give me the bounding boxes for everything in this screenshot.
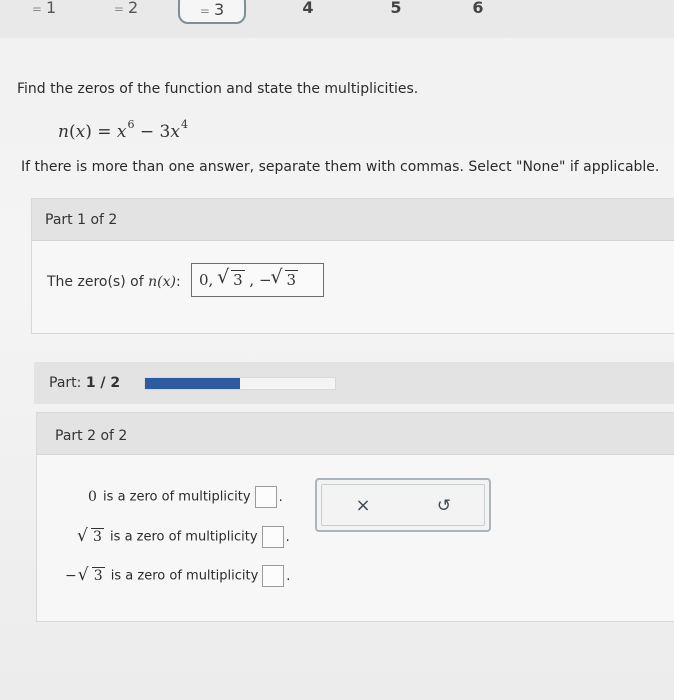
function-name: n	[58, 122, 69, 142]
question-tab-2[interactable]: = 2	[104, 0, 148, 24]
undo-icon[interactable]: ↺	[433, 495, 455, 517]
multiplicity-row-sqrt3: 3 is a zero of multiplicity.	[77, 526, 290, 548]
part-1-header: Part 1 of 2	[32, 199, 674, 241]
multiplicity-row-neg-sqrt3: −3 is a zero of multiplicity.	[65, 565, 290, 587]
multiplicity-input[interactable]	[262, 565, 285, 587]
function-definition: n(x) = x6 − 3x4	[58, 118, 188, 142]
zeros-label: The zero(s) of n(x):	[47, 274, 181, 290]
sqrt-symbol: 3	[271, 261, 299, 296]
term2-exponent: 4	[180, 118, 188, 131]
part-1-card: Part 1 of 2 The zero(s) of n(x): 0, 3 , …	[31, 198, 674, 334]
question-tab-3[interactable]: = 3	[178, 0, 246, 24]
part-2-header: Part 2 of 2	[37, 413, 674, 455]
sqrt-symbol: 3	[217, 261, 245, 296]
question-tab-4[interactable]: 4	[296, 0, 320, 24]
multiplicity-input[interactable]	[254, 486, 277, 508]
multiplicity-row-zero: 0 is a zero of multiplicity.	[88, 486, 283, 508]
progress-bar	[144, 377, 336, 390]
part-progress: Part: 1 / 2	[34, 362, 674, 404]
zeros-answer-field[interactable]: 0, 3 , −3	[191, 261, 324, 297]
instructions: If there is more than one answer, separa…	[21, 159, 660, 175]
progress-bar-fill	[145, 378, 240, 389]
question-navigator: = 1 = 2 = 3 4 5 6	[0, 0, 674, 38]
function-variable: x	[75, 122, 86, 142]
term2-base: x	[170, 122, 180, 142]
answer-toolbox: × ↺	[315, 478, 491, 532]
question-prompt: Find the zeros of the function and state…	[17, 81, 419, 97]
close-icon[interactable]: ×	[352, 495, 374, 517]
minus-sign: −	[134, 122, 160, 142]
sqrt-symbol: 3	[77, 526, 104, 546]
multiplicity-input[interactable]	[261, 526, 284, 548]
term2-coefficient: 3	[159, 122, 171, 142]
term1-base: x	[116, 122, 127, 142]
page: = 1 = 2 = 3 4 5 6 Find the zeros of the fun…	[0, 0, 674, 700]
sqrt-symbol: 3	[78, 565, 105, 585]
question-tab-6[interactable]: 6	[466, 0, 490, 24]
progress-label: Part: 1 / 2	[49, 375, 121, 391]
question-tab-1[interactable]: = 1	[22, 0, 66, 24]
question-tab-5[interactable]: 5	[384, 0, 408, 24]
